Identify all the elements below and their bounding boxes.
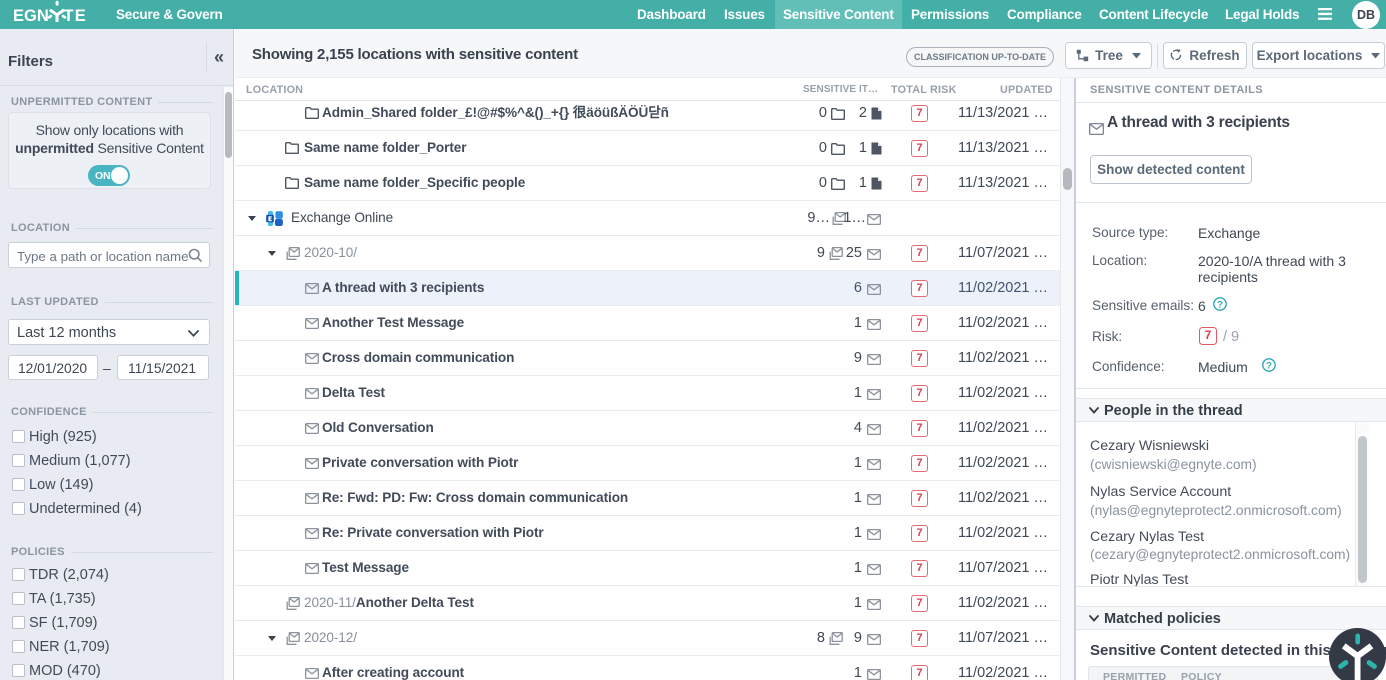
svg-text:?: ? <box>1266 360 1272 371</box>
svg-text:?: ? <box>1217 299 1223 310</box>
svg-text:EGN: EGN <box>13 7 49 22</box>
svg-text:TE: TE <box>64 7 87 22</box>
